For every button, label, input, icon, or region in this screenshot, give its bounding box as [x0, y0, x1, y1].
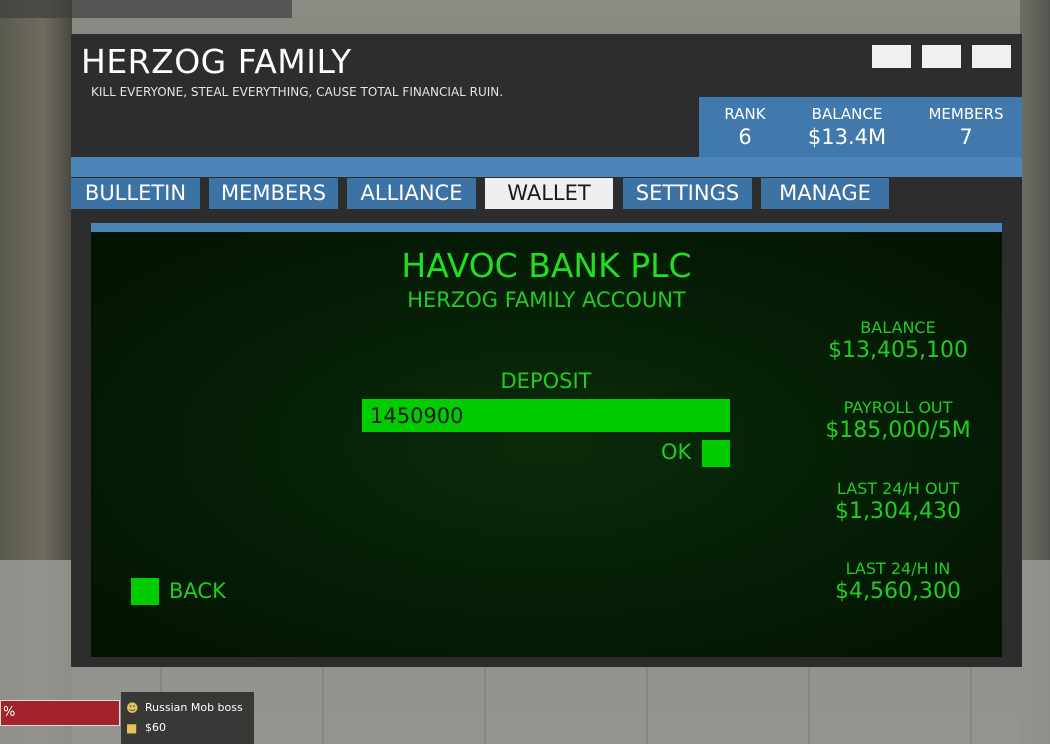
window-subtitle: KILL EVERYONE, STEAL EVERYTHING, CAUSE T…	[91, 85, 504, 99]
stats-panel: RANK 6 BALANCE $13.4M MEMBERS 7	[699, 97, 1022, 157]
ok-label: OK	[661, 440, 692, 464]
window-button-3[interactable]	[972, 45, 1011, 68]
hud-cash: $60	[145, 721, 166, 734]
info-last-out-label: LAST 24/H OUT	[836, 479, 960, 498]
info-last-out-value: $1,304,430	[835, 499, 961, 524]
background-hud-strip	[0, 0, 292, 18]
back-button[interactable]	[131, 578, 159, 605]
info-last-in-value: $4,560,300	[835, 579, 961, 604]
tab-settings[interactable]: SETTINGS	[623, 178, 752, 209]
stat-rank-value: 6	[738, 125, 752, 149]
tab-manage[interactable]: MANAGE	[761, 178, 889, 209]
info-balance-label: BALANCE	[860, 318, 936, 337]
info-last-in: LAST 24/H IN $4,560,300	[808, 559, 988, 604]
player-hud: ☻ Russian Mob boss ■ $60	[121, 692, 254, 744]
bank-account-name: HERZOG FAMILY ACCOUNT	[407, 288, 686, 312]
stat-balance: BALANCE $13.4M	[797, 105, 897, 149]
stat-rank-label: RANK	[724, 105, 766, 123]
deposit-label: DEPOSIT	[500, 369, 592, 393]
ok-button[interactable]	[702, 440, 730, 467]
bank-name: HAVOC BANK PLC	[401, 246, 692, 285]
tab-bar: BULLETIN MEMBERS ALLIANCE WALLET SETTING…	[71, 178, 1022, 210]
stat-members-label: MEMBERS	[928, 105, 1004, 123]
stat-members-value: 7	[959, 125, 973, 149]
window-title: HERZOG FAMILY	[81, 42, 352, 81]
info-last-out: LAST 24/H OUT $1,304,430	[808, 479, 988, 524]
deposit-input[interactable]	[362, 399, 730, 432]
window-button-2[interactable]	[922, 45, 961, 68]
info-payroll: PAYROLL OUT $185,000/5M	[808, 398, 988, 443]
stat-members: MEMBERS 7	[923, 105, 1009, 149]
info-payroll-value: $185,000/5M	[825, 418, 971, 443]
info-payroll-label: PAYROLL OUT	[843, 398, 953, 417]
health-bar: %	[0, 700, 120, 726]
bank-panel: HAVOC BANK PLC HERZOG FAMILY ACCOUNT DEP…	[91, 223, 1002, 657]
back-label[interactable]: BACK	[169, 579, 226, 603]
money-icon: ■	[126, 721, 138, 735]
tab-members[interactable]: MEMBERS	[209, 178, 338, 209]
stat-balance-value: $13.4M	[807, 125, 887, 149]
hud-role: Russian Mob boss	[145, 701, 243, 714]
family-window: HERZOG FAMILY KILL EVERYONE, STEAL EVERY…	[71, 34, 1022, 667]
tab-bulletin[interactable]: BULLETIN	[71, 178, 200, 209]
stat-rank: RANK 6	[707, 105, 783, 149]
stat-balance-label: BALANCE	[811, 105, 883, 123]
info-last-in-label: LAST 24/H IN	[845, 559, 951, 578]
header-bar	[71, 157, 1022, 177]
user-icon: ☻	[126, 701, 139, 715]
tab-wallet[interactable]: WALLET	[485, 178, 613, 209]
info-balance-value: $13,405,100	[828, 338, 968, 363]
info-balance: BALANCE $13,405,100	[808, 318, 988, 363]
window-button-1[interactable]	[872, 45, 911, 68]
tab-alliance[interactable]: ALLIANCE	[347, 178, 476, 209]
